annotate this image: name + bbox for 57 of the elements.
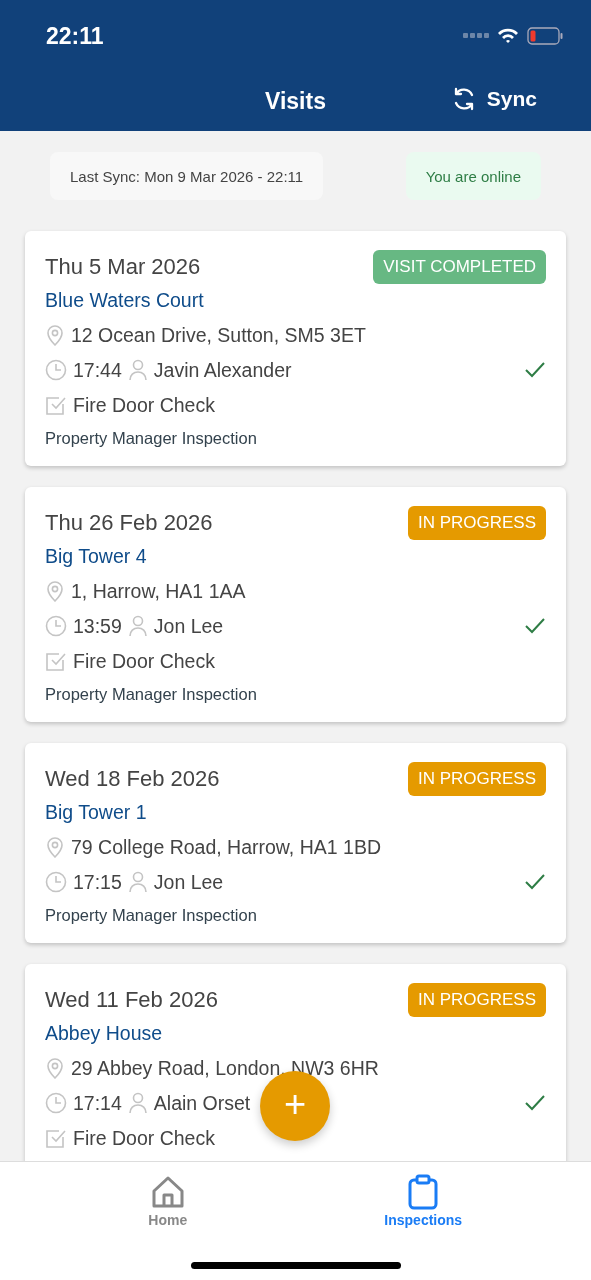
- visit-card[interactable]: Thu 26 Feb 2026 IN PROGRESS Big Tower 4 1, Harrow, HA1 1AA 13:59 Jon Lee Fire Door Check Property Manager Inspection: [25, 487, 566, 722]
- page-title: Visits: [265, 88, 326, 115]
- inspection-type: Property Manager Inspection: [45, 906, 258, 925]
- site-name: Big Tower 4: [45, 545, 148, 568]
- visit-time: 17:14: [73, 1091, 122, 1115]
- visit-card[interactable]: Wed 18 Feb 2026 IN PROGRESS Big Tower 1 79 College Road, Harrow, HA1 1BD 17:15 Jon Lee Property Manager Inspection: [25, 743, 566, 943]
- battery-icon: [527, 27, 563, 45]
- person-icon: [127, 615, 148, 637]
- person-icon: [127, 359, 148, 381]
- clock-icon: [45, 871, 67, 893]
- checkbox-icon: [45, 394, 67, 416]
- site-name: Big Tower 1: [45, 801, 148, 824]
- checkbox-icon: [45, 650, 67, 672]
- visit-date: Wed 18 Feb 2026: [45, 766, 220, 792]
- clock-icon: [45, 615, 67, 637]
- tab-item[interactable]: Home: [97, 1174, 238, 1228]
- location-pin-icon: [45, 580, 65, 602]
- clock-icon: [45, 359, 67, 381]
- location-pin-icon: [45, 1057, 65, 1079]
- status-badge: IN PROGRESS: [407, 506, 546, 540]
- visit-time: 17:15: [73, 870, 122, 894]
- address: 12 Ocean Drive, Sutton, SM5 3ET: [71, 323, 366, 347]
- visit-time: 17:44: [73, 358, 122, 382]
- address: 79 College Road, Harrow, HA1 1BD: [71, 835, 381, 859]
- site-name: Abbey House: [45, 1022, 164, 1045]
- online-status: You are online: [405, 152, 541, 200]
- inspector-name: Javin Alexander: [153, 358, 292, 382]
- last-sync-label: Last Sync: Mon 9 Mar 2026 - 22:11: [50, 152, 324, 200]
- visit-date: Thu 5 Mar 2026: [45, 254, 201, 280]
- signal-icon: [463, 33, 489, 39]
- visit-date: Wed 11 Feb 2026: [45, 987, 218, 1013]
- task-name: Fire Door Check: [73, 393, 215, 417]
- tab-item[interactable]: Inspections: [353, 1174, 494, 1228]
- visit-date: Thu 26 Feb 2026: [45, 510, 213, 536]
- site-name: Blue Waters Court: [45, 289, 205, 312]
- location-pin-icon: [45, 836, 65, 858]
- inspector-name: Jon Lee: [153, 870, 224, 894]
- location-pin-icon: [45, 324, 65, 346]
- person-icon: [127, 1092, 148, 1114]
- task-name: Fire Door Check: [73, 649, 215, 673]
- address: 1, Harrow, HA1 1AA: [71, 579, 246, 603]
- clock-time: 22:11: [46, 22, 104, 50]
- person-icon: [127, 871, 148, 893]
- status-badge: VISIT COMPLETED: [373, 250, 546, 284]
- visit-time: 13:59: [73, 614, 122, 638]
- status-badge: IN PROGRESS: [407, 983, 546, 1017]
- inspection-type: Property Manager Inspection: [45, 685, 258, 704]
- inspector-name: Alain Orset: [153, 1091, 251, 1115]
- inspection-type: Property Manager Inspection: [45, 429, 258, 448]
- checkbox-icon: [45, 1127, 67, 1149]
- sync-button[interactable]: Sync: [450, 86, 537, 112]
- visit-card[interactable]: Thu 5 Mar 2026 VISIT COMPLETED Blue Waters Court 12 Ocean Drive, Sutton, SM5 3ET 17:44 Javin Alexander Fire Door Check Property Manager Inspection: [25, 231, 566, 466]
- inspector-name: Jon Lee: [153, 614, 224, 638]
- clock-icon: [45, 1092, 67, 1114]
- wifi-icon: [497, 28, 519, 44]
- task-name: Fire Door Check: [73, 1126, 215, 1150]
- status-badge: IN PROGRESS: [407, 762, 546, 796]
